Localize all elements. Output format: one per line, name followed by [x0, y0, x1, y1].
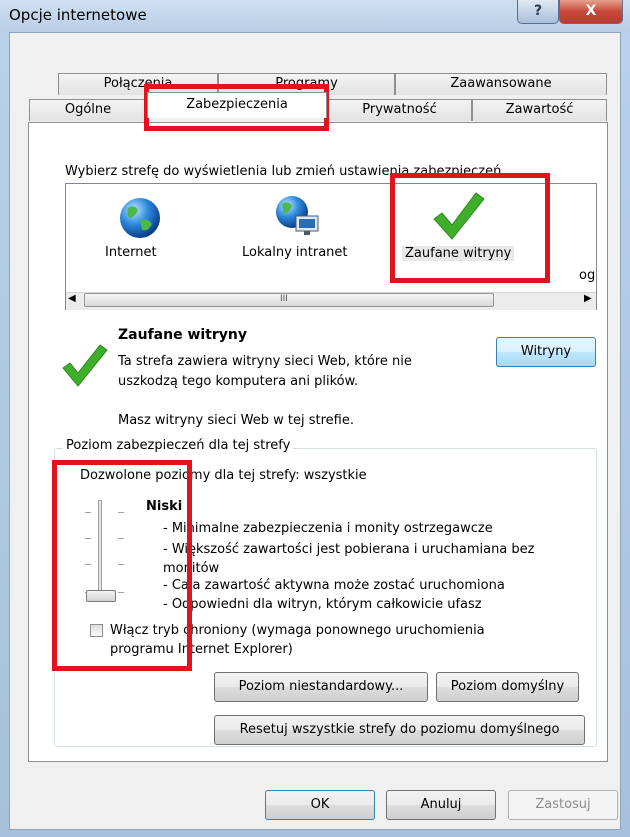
selected-zone-title: Zaufane witryny — [118, 327, 247, 343]
custom-level-button[interactable]: Poziom niestandardowy... — [214, 672, 428, 702]
zone-internet[interactable] — [110, 190, 170, 250]
globe-network-icon — [276, 196, 319, 235]
tab-zawartosc[interactable]: Zawartość — [472, 99, 607, 121]
scrollbar-grip: III — [280, 294, 288, 304]
tab-ogolne[interactable]: Ogólne — [29, 99, 147, 121]
help-button[interactable]: ? — [517, 0, 559, 24]
security-level-group-title: Poziom zabezpieczeń dla tej strefy — [63, 438, 294, 453]
scroll-right-arrow-icon[interactable]: ▶ — [584, 293, 592, 304]
scroll-left-arrow-icon[interactable]: ◀ — [68, 293, 76, 304]
apply-button[interactable]: Zastosuj — [508, 790, 618, 820]
sites-note: Masz witryny sieci Web w tej strefie. — [118, 413, 354, 428]
close-button[interactable]: X — [559, 0, 623, 24]
globe-icon — [120, 198, 160, 238]
level-bullet-2: - Większość zawartości jest pobierana i … — [163, 542, 535, 576]
zone-restricted-partial-label: og — [579, 268, 596, 283]
zone-internet-label: Internet — [105, 245, 157, 260]
selected-zone-description: Ta strefa zawiera witryny sieci Web, któ… — [118, 354, 412, 389]
level-bullet-3: - Cała zawartość aktywna może zostać uru… — [163, 578, 505, 593]
cancel-button[interactable]: Anuluj — [386, 790, 496, 820]
level-bullet-1: - Minimalne zabezpieczenia i monity ostr… — [163, 521, 493, 536]
tab-zabezpieczenia[interactable]: Zabezpieczenia — [147, 92, 327, 118]
zone-local-intranet-label: Lokalny intranet — [242, 245, 348, 260]
sites-button[interactable]: Witryny — [496, 337, 596, 367]
level-bullet-4: - Odpowiedni dla witryn, którym całkowic… — [163, 597, 482, 612]
highlight-trusted-sites — [390, 173, 550, 283]
tab-zaawansowane[interactable]: Zaawansowane — [395, 73, 607, 95]
zone-local-intranet[interactable] — [268, 188, 328, 248]
selected-zone-check-icon — [60, 342, 110, 392]
highlight-slider — [52, 460, 192, 671]
window-title: Opcje internetowe — [9, 6, 147, 24]
scrollbar-thumb[interactable] — [84, 293, 494, 307]
reset-all-zones-button[interactable]: Resetuj wszystkie strefy do poziomu domy… — [214, 715, 585, 745]
tab-prywatnosc[interactable]: Prywatność — [327, 99, 472, 121]
default-level-button[interactable]: Poziom domyślny — [436, 672, 579, 702]
ok-button[interactable]: OK — [265, 790, 375, 820]
